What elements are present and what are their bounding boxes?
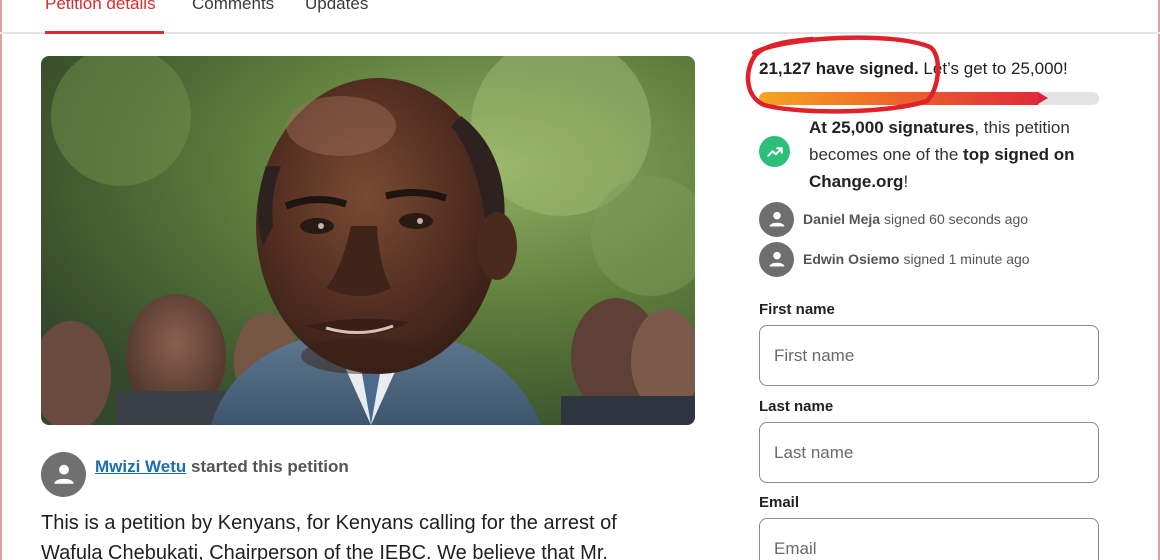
tab-comments[interactable]: Comments (192, 0, 274, 14)
signature-progress-bar (759, 92, 1099, 105)
petition-starter: Mwizi Wetu started this petition (41, 451, 349, 497)
starter-avatar (41, 451, 86, 497)
signer-avatar (759, 241, 794, 277)
email-field[interactable] (759, 518, 1099, 560)
user-avatar-icon (769, 251, 784, 267)
signer-name: Daniel Meja (803, 211, 881, 227)
petition-tabs: Petition details Comments Updates (0, 0, 1160, 34)
petition-description: This is a petition by Kenyans, for Kenya… (41, 512, 617, 560)
starter-name-link[interactable]: Mwizi Wetu (95, 457, 186, 476)
user-avatar-icon (53, 464, 74, 484)
signer-avatar (759, 201, 794, 237)
starter-suffix: started this petition (186, 457, 349, 476)
goal-tail: ! (903, 172, 909, 191)
tab-petition-details[interactable]: Petition details (45, 0, 156, 14)
signature-count: 21,127 have signed. Let’s get to 25,000! (759, 59, 1068, 79)
starter-text: Mwizi Wetu started this petition (95, 457, 349, 477)
signer-action: signed 60 seconds ago (884, 211, 1029, 227)
goal-message: At 25,000 signatures, this petition beco… (759, 114, 1104, 191)
petition-photo (41, 56, 695, 425)
goal-message-text: At 25,000 signatures, this petition beco… (809, 114, 1109, 195)
signature-progress-fill (759, 92, 1038, 105)
last-name-label: Last name (759, 398, 834, 415)
trending-up-icon (766, 146, 783, 157)
recent-signer: Daniel Meja signed 60 seconds ago (759, 201, 1028, 237)
goal-badge (759, 136, 790, 167)
signature-progress-tip (1038, 92, 1048, 104)
user-avatar-icon (769, 211, 784, 227)
goal-lead: At 25,000 signatures (809, 118, 975, 137)
signature-count-number: 21,127 have signed. (759, 59, 919, 78)
first-name-label: First name (759, 301, 835, 318)
signer-name: Edwin Osiemo (803, 251, 900, 267)
first-name-field[interactable] (759, 325, 1099, 386)
active-tab-indicator (45, 31, 164, 34)
last-name-field[interactable] (759, 422, 1099, 483)
recent-signer: Edwin Osiemo signed 1 minute ago (759, 241, 1030, 277)
tab-updates[interactable]: Updates (305, 0, 368, 14)
signature-goal-text: Let’s get to 25,000! (918, 59, 1068, 78)
email-label: Email (759, 494, 800, 511)
window-border-left (0, 0, 2, 560)
signer-action: signed 1 minute ago (903, 251, 1030, 267)
